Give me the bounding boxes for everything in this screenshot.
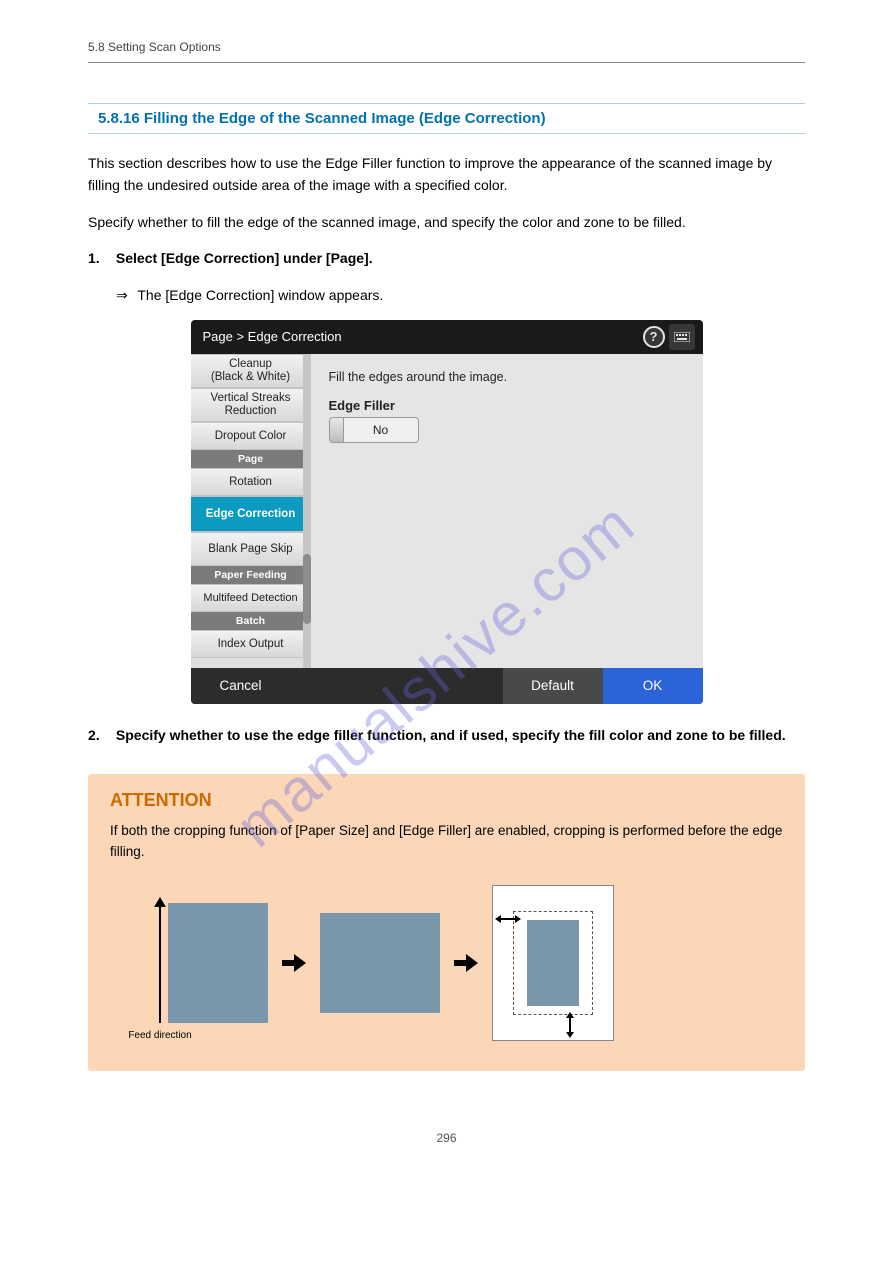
result-arrow-icon: ⇒ bbox=[116, 287, 128, 303]
running-header-left: 5.8 Setting Scan Options bbox=[88, 40, 221, 54]
sidebar-item-multifeed-detection[interactable]: Multifeed Detection bbox=[191, 584, 311, 612]
diagram-output-frame bbox=[492, 885, 614, 1041]
help-icon[interactable]: ? bbox=[643, 326, 665, 348]
attention-body: If both the cropping function of [Paper … bbox=[110, 821, 783, 863]
diagram-crop-region bbox=[513, 911, 593, 1015]
step-text: Select [Edge Correction] under [Page]. bbox=[116, 250, 373, 266]
ok-button[interactable]: OK bbox=[603, 668, 703, 704]
sidebar-item-vertical-streaks[interactable]: Vertical Streaks Reduction bbox=[191, 388, 311, 422]
step-2: 2. Specify whether to use the edge fille… bbox=[88, 724, 805, 746]
sidebar-item-index-output[interactable]: Index Output bbox=[191, 630, 311, 658]
scrollbar-thumb[interactable] bbox=[303, 554, 311, 624]
page-number: 296 bbox=[88, 1131, 805, 1145]
sidebar-item-blank-page-skip[interactable]: Blank Page Skip bbox=[191, 532, 311, 566]
keyboard-icon[interactable] bbox=[669, 324, 695, 350]
step-1: 1. Select [Edge Correction] under [Page]… bbox=[88, 247, 805, 269]
attention-box: ATTENTION If both the cropping function … bbox=[88, 774, 805, 1071]
step-number-2: 2. bbox=[88, 724, 112, 746]
sidebar-category-batch: Batch bbox=[191, 612, 311, 630]
sidebar-category-paper-feeding: Paper Feeding bbox=[191, 566, 311, 584]
sidebar-item-rotation[interactable]: Rotation bbox=[191, 468, 311, 496]
intro-paragraph-2: Specify whether to fill the edge of the … bbox=[88, 211, 805, 233]
vertical-dimension-icon bbox=[569, 1016, 571, 1034]
sidebar-scrollbar[interactable] bbox=[303, 354, 311, 668]
breadcrumb: Page > Edge Correction bbox=[203, 329, 342, 344]
edge-filler-toggle[interactable]: No bbox=[329, 417, 419, 443]
screenshot-panel: Page > Edge Correction ? Cleanup (Black … bbox=[191, 320, 703, 704]
diagram-cropped-page bbox=[320, 913, 440, 1013]
feed-direction-caption: Feed direction bbox=[128, 1030, 191, 1041]
title-bar: Page > Edge Correction ? bbox=[191, 320, 703, 354]
sidebar-category-page: Page bbox=[191, 450, 311, 468]
result-line: ⇒ The [Edge Correction] window appears. bbox=[88, 284, 805, 306]
dialog-footer: Cancel Default OK bbox=[191, 668, 703, 704]
feed-direction-arrow: Feed direction bbox=[150, 903, 170, 1023]
cancel-button[interactable]: Cancel bbox=[191, 668, 291, 704]
arrow-right-icon bbox=[454, 956, 478, 970]
toggle-knob[interactable] bbox=[330, 418, 344, 442]
panel-description: Fill the edges around the image. bbox=[329, 370, 685, 384]
header-rule bbox=[88, 62, 805, 63]
result-text: The [Edge Correction] window appears. bbox=[137, 287, 383, 303]
step-number: 1. bbox=[88, 247, 112, 269]
attention-title: ATTENTION bbox=[110, 790, 783, 811]
diagram-input-page bbox=[168, 903, 268, 1023]
diagram-filled-page bbox=[527, 920, 579, 1006]
sidebar-item-cleanup-bw[interactable]: Cleanup (Black & White) bbox=[191, 354, 311, 388]
attention-diagram: Feed direction bbox=[110, 885, 783, 1041]
settings-panel: Fill the edges around the image. Edge Fi… bbox=[311, 354, 703, 668]
sidebar-item-edge-correction[interactable]: Edge Correction bbox=[191, 496, 311, 532]
section-heading: 5.8.16 Filling the Edge of the Scanned I… bbox=[88, 103, 805, 134]
toggle-value: No bbox=[344, 423, 418, 437]
sidebar: Cleanup (Black & White) Vertical Streaks… bbox=[191, 354, 311, 668]
intro-paragraph-1: This section describes how to use the Ed… bbox=[88, 152, 805, 197]
default-button[interactable]: Default bbox=[503, 668, 603, 704]
arrow-right-icon bbox=[282, 956, 306, 970]
horizontal-dimension-icon bbox=[499, 918, 517, 920]
step-text-2: Specify whether to use the edge filler f… bbox=[116, 727, 786, 743]
edge-filler-label: Edge Filler bbox=[329, 398, 685, 413]
running-header: 5.8 Setting Scan Options bbox=[88, 40, 805, 54]
sidebar-item-dropout-color[interactable]: Dropout Color bbox=[191, 422, 311, 450]
